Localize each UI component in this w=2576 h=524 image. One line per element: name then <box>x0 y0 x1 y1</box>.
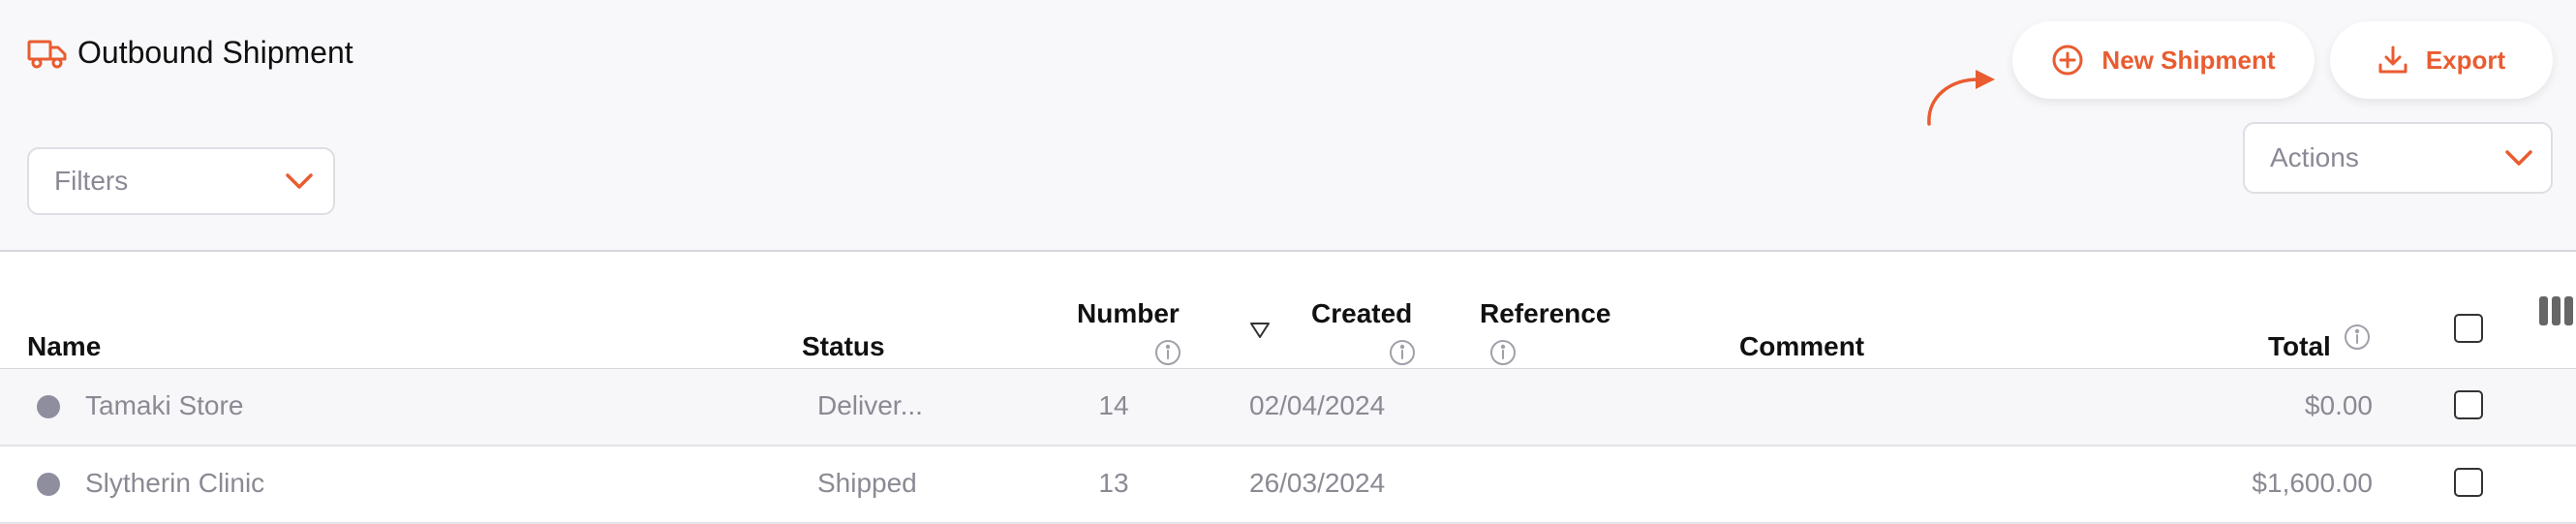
download-icon <box>2378 46 2407 74</box>
row-checkbox[interactable] <box>2454 390 2483 419</box>
column-header-total[interactable]: Total <box>2268 331 2331 362</box>
status-dot <box>37 473 60 496</box>
cell-status: Deliver... <box>817 390 923 420</box>
actions-label: Actions <box>2270 142 2359 172</box>
table-header: Name Status Number Created Reference Com… <box>0 252 2576 370</box>
filters-label: Filters <box>54 166 129 196</box>
curved-arrow-icon <box>1927 70 1995 126</box>
cell-total: $1,600.00 <box>2252 468 2373 498</box>
export-button[interactable]: Export <box>2330 21 2553 99</box>
new-shipment-button[interactable]: New Shipment <box>2012 21 2315 99</box>
chevron-down-icon <box>2505 150 2532 166</box>
plus-circle-icon <box>2052 45 2083 76</box>
info-icon <box>1155 340 1181 365</box>
truck-icon <box>27 40 67 68</box>
column-header-number[interactable]: Number <box>1077 298 1180 329</box>
select-all-checkbox[interactable] <box>2454 314 2483 343</box>
filters-dropdown[interactable]: Filters <box>27 147 335 215</box>
row-checkbox[interactable] <box>2454 468 2483 497</box>
info-icon <box>1490 340 1516 365</box>
column-header-reference[interactable]: Reference <box>1480 298 1610 329</box>
info-icon <box>2345 324 2370 350</box>
chevron-down-icon <box>286 173 313 189</box>
cell-name: Slytherin Clinic <box>85 468 265 498</box>
table-row[interactable]: Tamaki Store Deliver... 14 02/04/2024 $0… <box>0 369 2576 447</box>
title-area: Outbound Shipment <box>27 35 353 71</box>
status-dot <box>37 395 60 418</box>
new-shipment-label: New Shipment <box>2101 45 2276 75</box>
column-header-comment[interactable]: Comment <box>1739 331 1864 362</box>
page-header: Outbound Shipment Filters New Shipment E… <box>0 0 2576 252</box>
export-label: Export <box>2425 45 2506 75</box>
sort-descending-icon[interactable] <box>1249 322 1271 339</box>
column-header-name[interactable]: Name <box>27 331 101 362</box>
cell-created: 02/04/2024 <box>1249 390 1386 420</box>
column-header-created[interactable]: Created <box>1311 298 1412 329</box>
table-row[interactable]: Slytherin Clinic Shipped 13 26/03/2024 $… <box>0 447 2576 524</box>
cell-created: 26/03/2024 <box>1249 468 1386 498</box>
cell-number: 13 <box>1098 468 1129 498</box>
actions-dropdown[interactable]: Actions <box>2243 122 2553 194</box>
cell-name: Tamaki Store <box>85 390 244 420</box>
info-icon <box>1390 340 1415 365</box>
column-header-status[interactable]: Status <box>802 331 885 362</box>
cell-number: 14 <box>1098 390 1129 420</box>
cell-status: Shipped <box>817 468 917 498</box>
cell-total: $0.00 <box>2304 390 2373 420</box>
page-title: Outbound Shipment <box>77 35 353 70</box>
columns-icon[interactable] <box>2537 294 2576 327</box>
